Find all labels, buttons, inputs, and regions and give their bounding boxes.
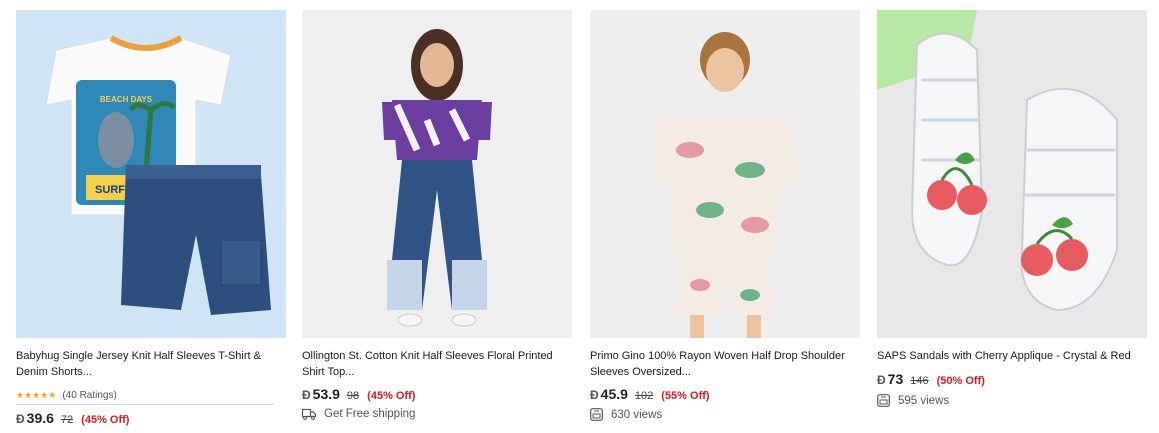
image-text: BEACH DAYS [100, 95, 153, 104]
currency-symbol: Ð [16, 412, 25, 426]
original-price: 72 [60, 414, 74, 426]
product-card[interactable]: SURF'S UP! BEACH DAYS Babyhug Single Jer… [16, 10, 286, 433]
rating-row: ★★★★★ (40 Ratings) [16, 386, 274, 405]
truck-icon [302, 408, 316, 420]
currency-symbol: Ð [590, 388, 599, 402]
views-info: 630 views [590, 408, 662, 421]
discount: (45% Off) [81, 414, 130, 426]
views-icon [877, 394, 890, 407]
product-title[interactable]: Primo Gino 100% Rayon Woven Half Drop Sh… [590, 348, 852, 380]
price: 39.6 [26, 410, 54, 426]
star-rating: ★★★★★ [16, 389, 57, 400]
product-title[interactable]: Babyhug Single Jersey Knit Half Sleeves … [16, 348, 278, 380]
product-title[interactable]: Ollington St. Cotton Knit Half Sleeves F… [302, 348, 564, 380]
ratings-count: (40 Ratings) [62, 389, 117, 401]
currency-symbol: Ð [302, 388, 311, 402]
product-image[interactable]: SURF'S UP! BEACH DAYS [16, 10, 286, 338]
product-image[interactable] [877, 10, 1147, 338]
price: 45.9 [600, 386, 628, 402]
price: 73 [887, 371, 904, 387]
price-row: Ð 39.6 72 (45% Off) [16, 410, 129, 426]
discount: (50% Off) [936, 375, 985, 387]
product-title[interactable]: SAPS Sandals with Cherry Applique - Crys… [877, 348, 1139, 364]
shipping-info: Get Free shipping [302, 408, 415, 420]
product-image[interactable] [302, 10, 572, 338]
product-card[interactable]: Ollington St. Cotton Knit Half Sleeves F… [302, 10, 572, 433]
price: 53.9 [312, 386, 340, 402]
shipping-text: Get Free shipping [324, 408, 416, 420]
views-count: 630 views [611, 408, 663, 421]
discount: (55% Off) [661, 390, 710, 402]
original-price: 98 [346, 390, 360, 402]
original-price: 102 [634, 390, 654, 402]
currency-symbol: Ð [877, 373, 886, 387]
product-image[interactable] [590, 10, 860, 338]
product-card[interactable]: Primo Gino 100% Rayon Woven Half Drop Sh… [590, 10, 860, 433]
price-row: Ð 73 146 (50% Off) [877, 371, 985, 387]
views-info: 595 views [877, 394, 949, 407]
product-card[interactable]: SAPS Sandals with Cherry Applique - Crys… [877, 10, 1147, 433]
views-icon [590, 408, 603, 421]
discount: (45% Off) [367, 390, 416, 402]
views-count: 595 views [898, 394, 950, 407]
price-row: Ð 45.9 102 (55% Off) [590, 386, 710, 402]
price-row: Ð 53.9 98 (45% Off) [302, 386, 415, 402]
original-price: 146 [910, 375, 929, 387]
